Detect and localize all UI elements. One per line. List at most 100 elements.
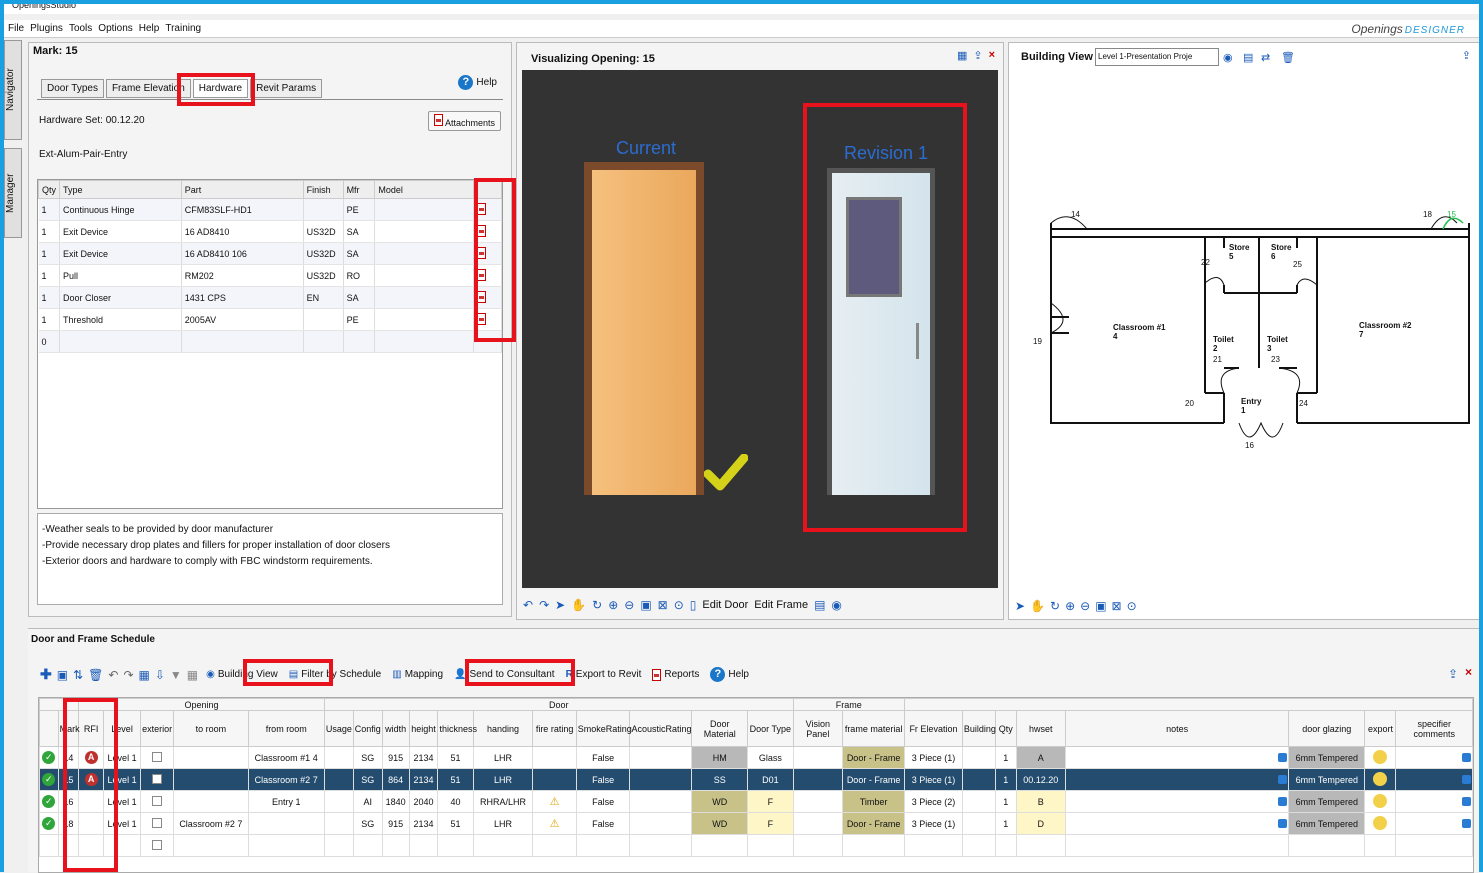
col-handing[interactable]: handing — [472, 710, 534, 747]
comment-edit-icon[interactable] — [1462, 775, 1471, 784]
door-tag[interactable]: 19 — [1033, 337, 1042, 346]
door-3d-canvas[interactable]: Current Revision 1 — [522, 70, 998, 588]
undo-icon[interactable]: ↶ — [108, 668, 118, 682]
pdf-icon[interactable] — [477, 268, 487, 281]
col-building[interactable]: Building — [961, 710, 996, 747]
schedule-help-button[interactable]: ? Help — [707, 665, 752, 684]
building-view-button[interactable]: ◉ Building View — [203, 667, 281, 682]
table-row[interactable]: ✓ 16 Level 1 Entry 1 AI 1840 2040 40 RHRA/LH… — [39, 790, 1473, 813]
redo-icon[interactable]: ↷ — [539, 598, 549, 612]
zoom-in-icon[interactable]: ⊕ — [1065, 599, 1075, 613]
eye-icon[interactable]: ◉ — [1223, 51, 1233, 64]
export-to-revit-button[interactable]: R Export to Revit — [563, 667, 645, 682]
reports-button[interactable]: Reports — [649, 667, 702, 683]
add-icon[interactable]: ✚ — [40, 666, 52, 683]
pan-icon[interactable]: ✋ — [1030, 599, 1045, 613]
menu-help[interactable]: Help — [139, 23, 160, 34]
table-row[interactable]: 0 — [38, 330, 502, 353]
delete-icon[interactable]: 🗑 — [1281, 51, 1295, 64]
warning-icon[interactable]: ⚠ — [550, 818, 560, 830]
exterior-checkbox[interactable] — [152, 773, 163, 784]
pan-icon[interactable]: ✋ — [571, 598, 586, 612]
save-icon[interactable]: ▣ — [57, 668, 68, 682]
zoom-extents-icon[interactable]: ▦ — [957, 49, 967, 62]
sheet-icon[interactable]: ▤ — [814, 598, 825, 612]
door-tag[interactable]: 18 — [1423, 210, 1432, 219]
door-tag[interactable]: 20 — [1185, 399, 1194, 408]
door-icon[interactable]: ▯ — [690, 598, 697, 612]
notes-edit-icon[interactable] — [1278, 753, 1288, 762]
col-export[interactable]: export — [1364, 710, 1397, 747]
edit-frame-button[interactable]: Edit Frame — [754, 599, 808, 611]
col-door-glazing[interactable]: door glazing — [1288, 710, 1366, 747]
sync-icon[interactable]: ⇄ — [1261, 51, 1270, 64]
tab-revit-params[interactable]: Revit Params — [250, 79, 323, 98]
pdf-icon[interactable] — [477, 224, 487, 237]
door-tag[interactable]: 23 — [1271, 355, 1280, 364]
table-row[interactable]: ✓ 18 Level 1 Classroom #2 7 SG 915 2134 51 L… — [39, 812, 1473, 835]
table-row[interactable]: 1 Threshold 2005AV PE — [38, 308, 502, 331]
table-row[interactable]: ✓ 14 A Level 1 Classroom #1 4 SG 915 2134 5… — [39, 746, 1473, 769]
zoom-extents-icon[interactable]: ▦ — [139, 668, 150, 682]
col-exterior[interactable]: exterior — [140, 710, 175, 747]
col-fire-rating[interactable]: fire rating — [532, 710, 577, 747]
col-config[interactable]: Config — [352, 710, 383, 747]
col-acoustic-rating[interactable]: AcousticRating — [629, 710, 693, 747]
sheet-icon[interactable]: ▤ — [1243, 51, 1253, 64]
menu-options[interactable]: Options — [98, 23, 132, 34]
col-level[interactable]: Level — [102, 710, 142, 747]
door-tag[interactable]: 25 — [1293, 260, 1302, 269]
navigator-tab[interactable]: Navigator — [4, 40, 22, 140]
help-button[interactable]: ? Help — [458, 75, 497, 90]
door-tag[interactable]: 16 — [1245, 441, 1254, 450]
center-icon[interactable]: ⊙ — [674, 598, 684, 612]
exterior-checkbox[interactable] — [152, 817, 163, 828]
export-check-icon[interactable] — [1373, 793, 1388, 808]
col-vision-panel[interactable]: Vision Panel — [792, 710, 844, 747]
table-row[interactable]: 1 Continuous Hinge CFM83SLF-HD1 PE — [38, 198, 502, 221]
menu-file[interactable]: File — [8, 23, 24, 34]
floor-plan[interactable] — [1039, 193, 1479, 463]
rfi-badge[interactable]: A — [84, 773, 98, 786]
center-icon[interactable]: ⊙ — [1127, 599, 1137, 613]
menu-plugins[interactable]: Plugins — [30, 23, 63, 34]
hardware-notes[interactable]: -Weather seals to be provided by door ma… — [37, 513, 503, 605]
rotate-icon[interactable]: ↻ — [592, 598, 602, 612]
col-smoke-rating[interactable]: SmokeRating — [575, 710, 632, 747]
eye-icon[interactable]: ◉ — [831, 598, 841, 612]
col-rfi[interactable]: RFI — [78, 710, 104, 747]
grid-icon[interactable]: ▦ — [187, 668, 198, 682]
col-fr-elevation[interactable]: Fr Elevation — [904, 710, 963, 747]
tab-frame-elevation[interactable]: Frame Elevation — [105, 79, 191, 98]
exterior-checkbox[interactable] — [152, 795, 163, 806]
warning-icon[interactable]: ⚠ — [550, 796, 560, 808]
export-check-icon[interactable] — [1373, 815, 1388, 830]
send-to-consultant-button[interactable]: 👤 Send to Consultant — [451, 667, 558, 682]
zoom-window-icon[interactable]: ▣ — [640, 598, 651, 612]
menu-tools[interactable]: Tools — [69, 23, 92, 34]
fit-icon[interactable]: ⊠ — [1112, 599, 1122, 613]
col-mark[interactable]: Mark — [57, 710, 80, 747]
col-notes[interactable]: notes — [1065, 710, 1290, 747]
col-usage[interactable]: Usage — [323, 710, 354, 747]
undo-icon[interactable]: ↶ — [523, 598, 533, 612]
export-icon[interactable]: ⇪ — [973, 49, 982, 62]
exterior-checkbox[interactable] — [152, 751, 163, 762]
export-icon[interactable]: ⇪ — [1462, 49, 1471, 62]
pdf-icon[interactable] — [477, 246, 487, 259]
col-door-material[interactable]: Door Material — [691, 710, 749, 747]
door-tag[interactable]: 14 — [1071, 210, 1080, 219]
zoom-out-icon[interactable]: ⊖ — [624, 598, 634, 612]
col-width[interactable]: width — [381, 710, 410, 747]
pdf-icon[interactable] — [477, 202, 487, 215]
col-qty[interactable]: Qty — [994, 710, 1017, 747]
exterior-checkbox[interactable] — [152, 839, 163, 850]
table-row[interactable]: 1 Exit Device 16 AD8410 US32D SA — [38, 220, 502, 243]
attachments-button[interactable]: Attachments — [427, 111, 501, 131]
view-select[interactable]: Level 1-Presentation Proje — [1095, 48, 1219, 66]
col-to-room[interactable]: to room — [173, 710, 249, 747]
col-height[interactable]: height — [408, 710, 439, 747]
col-mfr[interactable]: Mfr — [342, 180, 376, 199]
close-icon[interactable]: × — [989, 49, 995, 62]
col-door-type[interactable]: Door Type — [747, 710, 794, 747]
